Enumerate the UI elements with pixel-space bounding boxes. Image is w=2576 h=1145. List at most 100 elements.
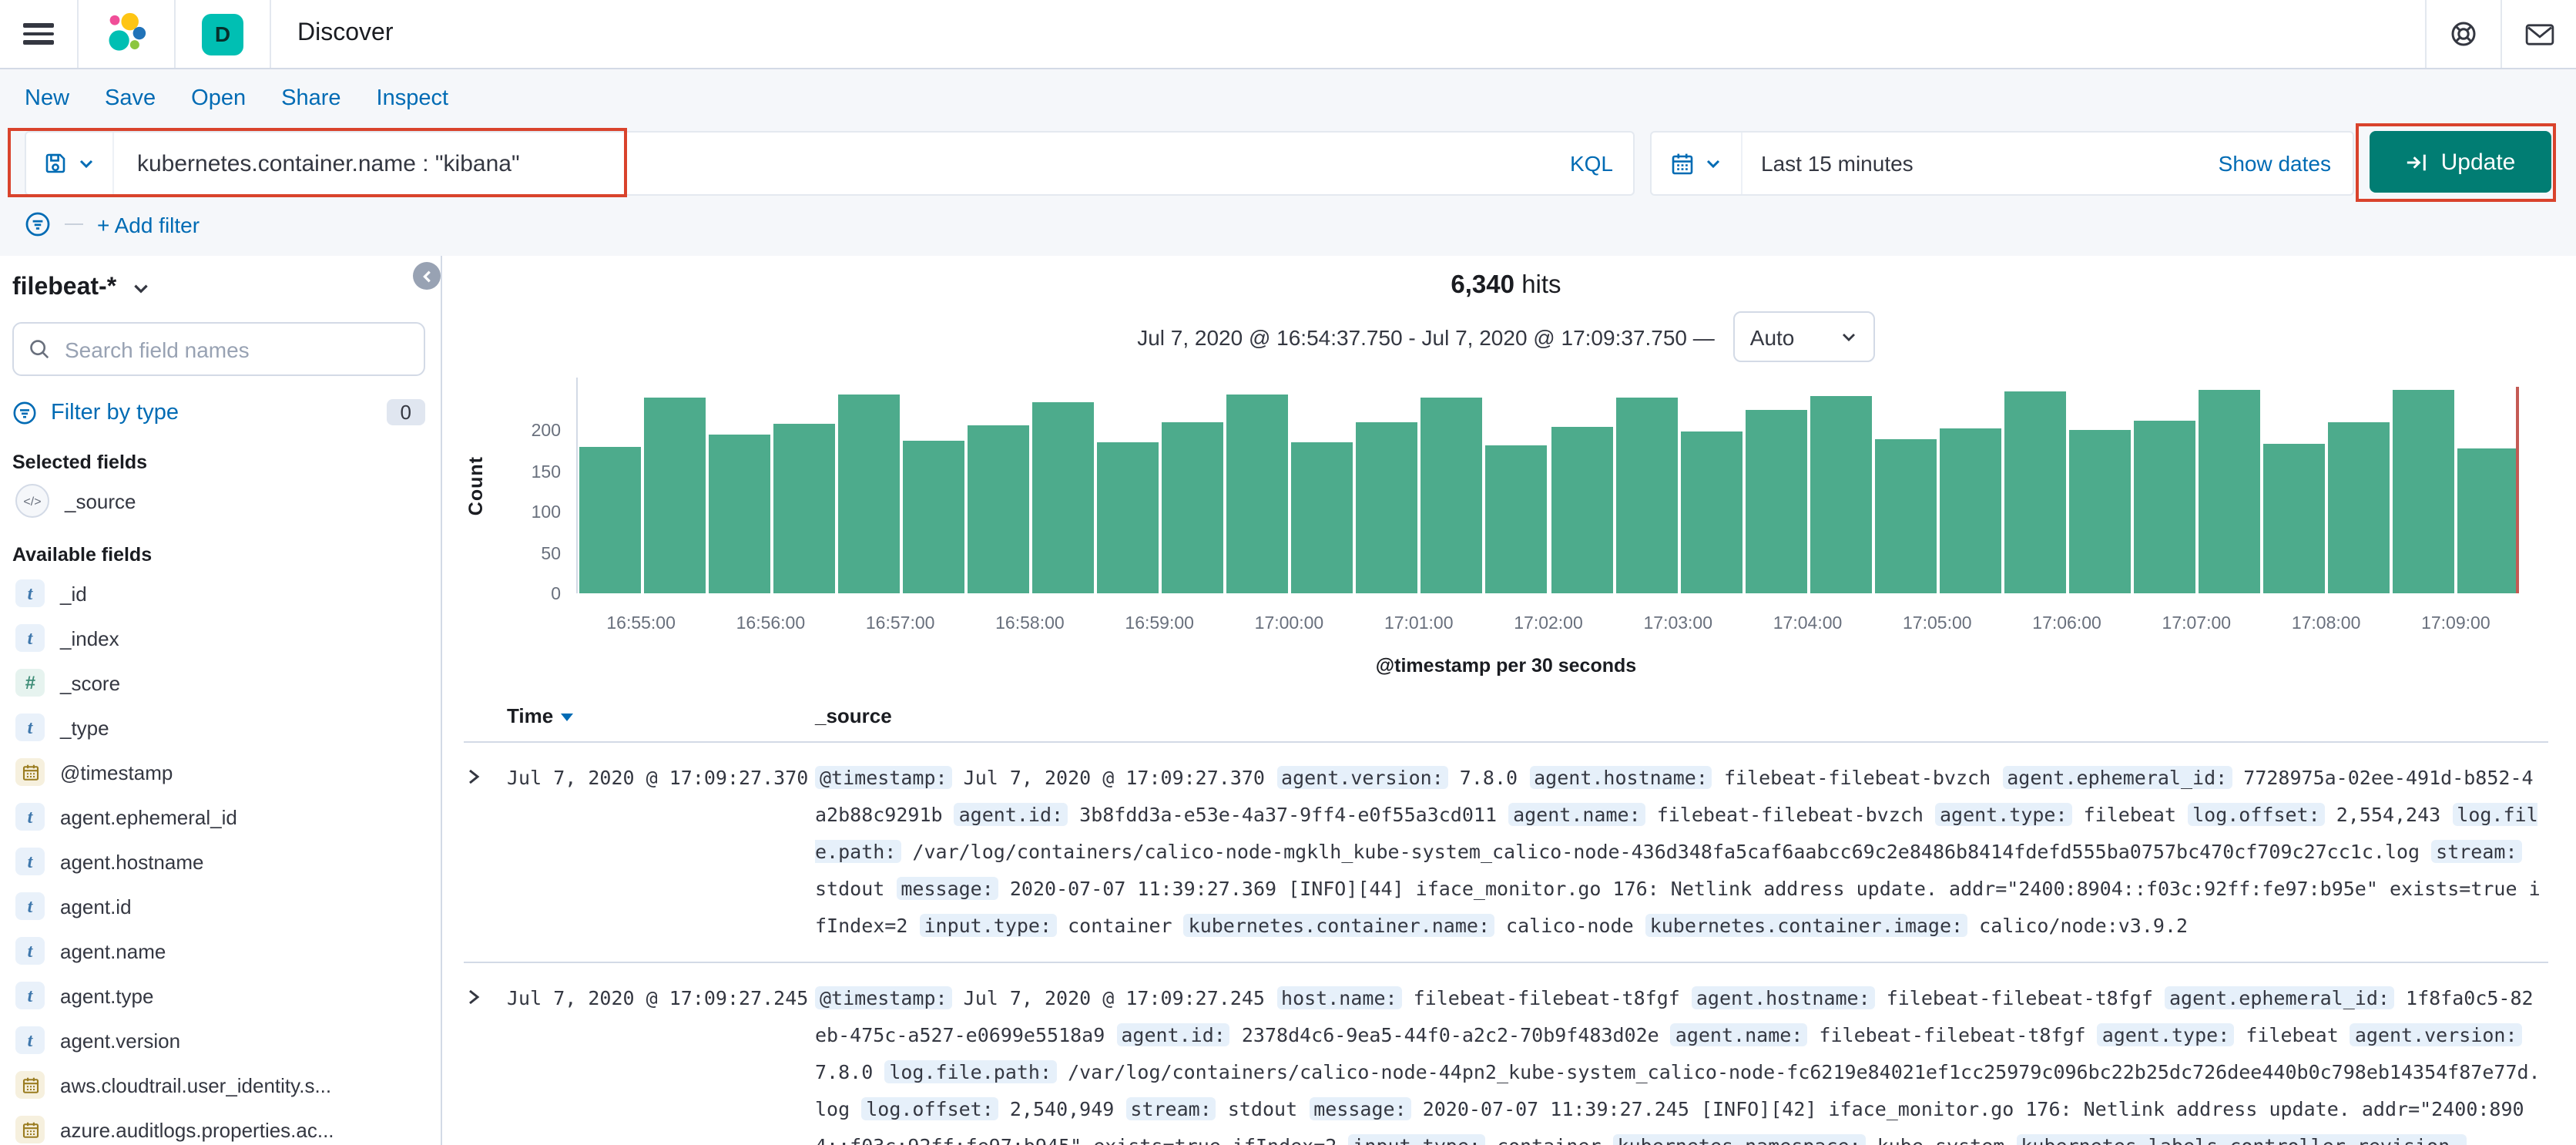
histogram-bar[interactable] — [1420, 398, 1483, 593]
x-axis-ticks: 16:55:00 16:56:00 16:57:00 16:58:00 16:59:00… — [576, 615, 2521, 640]
histogram-chart: Count 0 50 100 150 200 16:55:00 16:56:00 16:57… — [464, 378, 2548, 677]
toolbar-link-share[interactable]: Share — [281, 86, 340, 111]
y-axis-title: Count — [465, 455, 487, 515]
time-range-value[interactable]: Last 15 minutes — [1742, 151, 1914, 176]
field-search-box[interactable] — [12, 322, 425, 376]
histogram-bar[interactable] — [1551, 426, 1613, 593]
histogram-bar[interactable] — [1032, 401, 1095, 593]
field-item[interactable]: aws.cloudtrail.user_identity.s... — [12, 1068, 425, 1102]
expand-row-button[interactable] — [464, 760, 507, 945]
histogram-bar[interactable] — [1939, 428, 2001, 593]
field-item[interactable]: </> _source — [12, 484, 425, 518]
y-axis-tick-label: 50 — [541, 545, 561, 564]
histogram-bar[interactable] — [1810, 396, 1872, 593]
field-key-badge: kubernetes.labels.controller-revision- — [2016, 1134, 2467, 1145]
query-language-button[interactable]: KQL — [1550, 151, 1633, 176]
field-item[interactable]: t agent.version — [12, 1023, 425, 1057]
saved-query-menu-button[interactable] — [26, 133, 114, 194]
histogram-bar[interactable] — [903, 441, 965, 593]
y-axis-tick-label: 200 — [531, 422, 561, 442]
add-filter-button[interactable]: + Add filter — [97, 212, 200, 237]
table-row: Jul 7, 2020 @ 17:09:27.245 @timestamp: Ju… — [464, 963, 2548, 1145]
histogram-bar[interactable] — [1680, 431, 1742, 593]
time-column-header[interactable]: Time — [507, 704, 815, 727]
histogram-bar[interactable] — [1291, 442, 1353, 593]
hits-count: 6,340 — [1451, 271, 1514, 299]
field-item[interactable]: t agent.hostname — [12, 844, 425, 878]
histogram-plot — [576, 378, 2521, 593]
selected-fields-heading: Selected fields — [12, 452, 148, 473]
histogram-bar[interactable] — [1226, 394, 1289, 593]
search-field-names-input[interactable] — [62, 335, 410, 363]
histogram-bar[interactable] — [2262, 444, 2325, 593]
histogram-bar[interactable] — [1097, 442, 1159, 593]
histogram-bar[interactable] — [2133, 421, 2195, 593]
index-pattern-selector[interactable]: filebeat-* — [12, 274, 425, 302]
field-item[interactable]: azure.auditlogs.properties.ac... — [12, 1113, 425, 1145]
field-item[interactable]: # _score — [12, 666, 425, 700]
date-field-type-icon — [15, 1116, 45, 1143]
field-item[interactable]: t agent.id — [12, 889, 425, 923]
toolbar-link-open[interactable]: Open — [191, 86, 246, 111]
help-icon[interactable] — [2425, 0, 2501, 68]
documents-table: Time _source Jul 7, 2020 @ 17:09:27.370 @… — [464, 695, 2548, 1145]
histogram-bar[interactable] — [579, 446, 642, 593]
field-name: @timestamp — [60, 761, 173, 784]
field-item[interactable]: @timestamp — [12, 755, 425, 789]
filter-by-type-button[interactable]: Filter by type 0 — [12, 399, 425, 425]
save-query-icon — [45, 153, 65, 173]
top-bar: D Discover — [0, 0, 2576, 69]
histogram-bar[interactable] — [1356, 422, 1418, 593]
query-text[interactable]: kubernetes.container.name : "kibana" — [114, 150, 1550, 176]
histogram-bar[interactable] — [2327, 422, 2390, 593]
mail-icon[interactable] — [2501, 0, 2576, 68]
histogram-bar[interactable] — [1485, 445, 1548, 593]
histogram-bar[interactable] — [2068, 430, 2131, 593]
field-name: _score — [60, 671, 121, 694]
field-name: azure.auditlogs.properties.ac... — [60, 1118, 334, 1141]
toolbar-link-new[interactable]: New — [25, 86, 69, 111]
histogram-bar[interactable] — [2392, 389, 2454, 593]
date-quick-select-button[interactable] — [1652, 133, 1742, 194]
interval-select[interactable]: Auto — [1732, 311, 1875, 362]
show-dates-button[interactable]: Show dates — [2219, 151, 2353, 176]
collapse-sidebar-button[interactable] — [413, 262, 441, 290]
field-key-badge: agent.name: — [1670, 1023, 1808, 1046]
field-item[interactable]: t _index — [12, 621, 425, 655]
text-field-type-icon: t — [15, 1026, 45, 1054]
update-button[interactable]: Update — [2370, 131, 2551, 193]
histogram-bar[interactable] — [838, 394, 901, 593]
histogram-bar[interactable] — [1615, 398, 1678, 593]
elastic-logo-icon[interactable] — [79, 11, 174, 57]
histogram-bar[interactable] — [2198, 389, 2260, 593]
field-item[interactable]: t agent.ephemeral_id — [12, 800, 425, 834]
histogram-bar[interactable] — [773, 424, 836, 593]
histogram-bar[interactable] — [2004, 391, 2066, 593]
histogram-bar[interactable] — [1162, 422, 1224, 593]
text-field-type-icon: t — [15, 937, 45, 965]
field-name: agent.ephemeral_id — [60, 805, 237, 828]
toolbar-link-save[interactable]: Save — [105, 86, 156, 111]
toolbar-link-inspect[interactable]: Inspect — [377, 86, 449, 111]
expand-row-button[interactable] — [464, 980, 507, 1145]
histogram-bar[interactable] — [644, 398, 706, 593]
field-item[interactable]: t agent.name — [12, 934, 425, 968]
menu-icon[interactable] — [23, 23, 54, 45]
histogram-bar[interactable] — [2457, 448, 2519, 593]
filter-icon[interactable] — [25, 211, 51, 237]
histogram-bar[interactable] — [709, 434, 771, 593]
x-axis-tick-label: 17:05:00 — [1903, 615, 1972, 633]
histogram-bar[interactable] — [1745, 410, 1807, 593]
source-column-header: _source — [815, 704, 892, 727]
histogram-bar[interactable] — [968, 425, 1030, 593]
query-input[interactable]: kubernetes.container.name : "kibana" KQL — [25, 131, 1635, 196]
field-key-badge: agent.version: — [1276, 766, 1448, 789]
date-field-type-icon — [15, 1071, 45, 1099]
field-key-badge: message: — [1309, 1097, 1411, 1120]
calendar-icon — [1672, 153, 1693, 175]
field-item[interactable]: t _type — [12, 710, 425, 744]
histogram-bar[interactable] — [1874, 438, 1937, 593]
discover-app-badge[interactable]: D — [202, 13, 243, 55]
field-item[interactable]: t _id — [12, 576, 425, 610]
field-item[interactable]: t agent.type — [12, 979, 425, 1012]
